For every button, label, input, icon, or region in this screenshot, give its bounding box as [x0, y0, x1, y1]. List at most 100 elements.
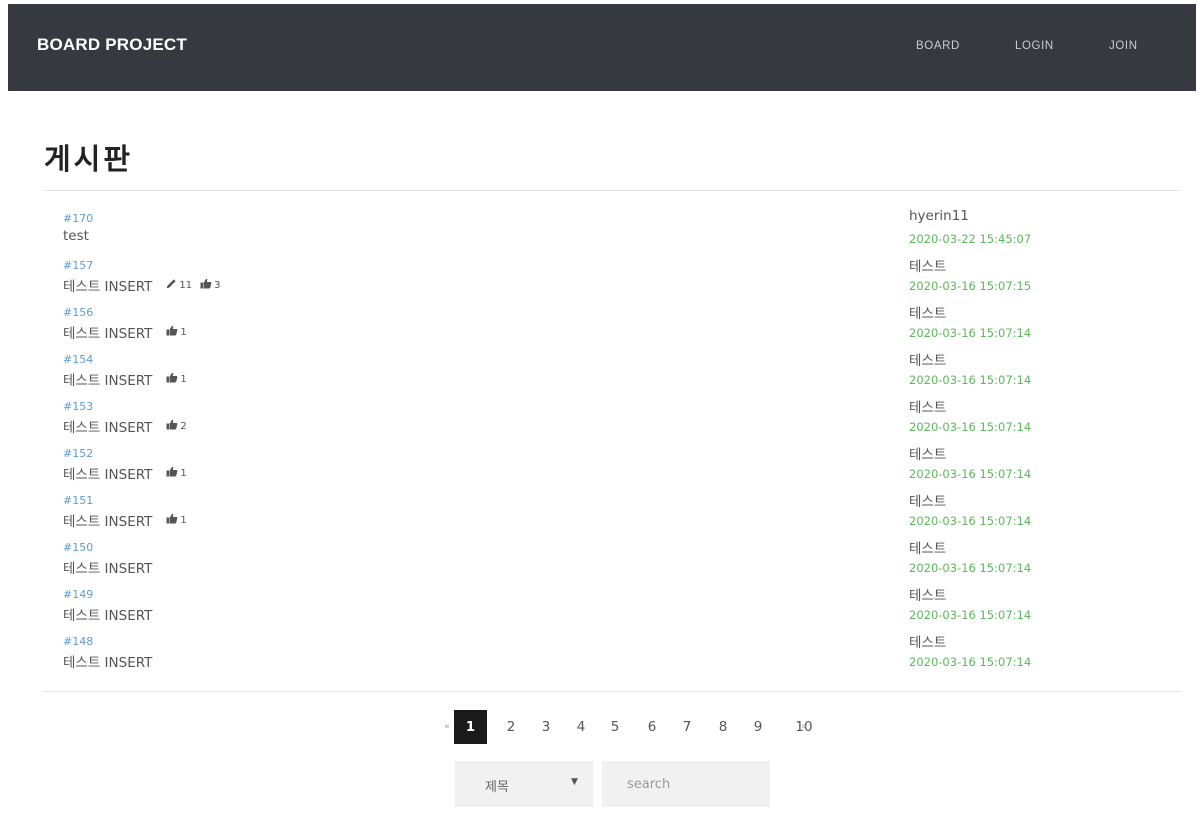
thumbs-up-icon: [166, 466, 180, 480]
post-title-link[interactable]: 테스트 INSERT 11 3: [63, 275, 220, 295]
like-count-value: 1: [180, 467, 187, 479]
thumbs-up-icon: [166, 325, 180, 339]
post-title: 테스트 INSERT: [63, 373, 153, 389]
post-number[interactable]: #150: [63, 541, 93, 554]
thumbs-up-icon: [166, 372, 180, 386]
post-date: 2020-03-22 15:45:07: [909, 232, 1032, 246]
post-row: #152 테스트 INSERT 1 테스트 2020-03-16 15:07:14: [0, 447, 1203, 494]
pagination: «1 2 3 4 5 6 7 8 9 10»: [0, 710, 1203, 744]
post-number[interactable]: #151: [63, 494, 93, 507]
like-count-value: 1: [180, 326, 187, 338]
post-author: 테스트: [909, 494, 947, 510]
post-title: 테스트 INSERT: [63, 467, 153, 483]
post-date: 2020-03-16 15:07:14: [909, 467, 1032, 481]
like-count-value: 1: [180, 514, 187, 526]
post-date: 2020-03-16 15:07:14: [909, 373, 1032, 387]
page-link[interactable]: 2: [498, 710, 524, 744]
comment-count: 11: [166, 278, 192, 292]
post-row: #150 테스트 INSERT 테스트 2020-03-16 15:07:14: [0, 541, 1203, 588]
post-date: 2020-03-16 15:07:14: [909, 608, 1032, 622]
page-link[interactable]: 4: [568, 710, 594, 744]
post-title: 테스트 INSERT: [63, 514, 153, 530]
like-count: 1: [166, 325, 187, 339]
like-count: 2: [166, 419, 187, 433]
post-date: 2020-03-16 15:07:14: [909, 655, 1032, 669]
pagination-prev[interactable]: «: [440, 710, 454, 744]
caret-down-icon: ▼: [571, 777, 578, 787]
select-selected-value: 제목: [485, 780, 509, 795]
post-number[interactable]: #154: [63, 353, 93, 366]
post-row: #149 테스트 INSERT 테스트 2020-03-16 15:07:14: [0, 588, 1203, 635]
post-number[interactable]: #153: [63, 400, 93, 413]
like-count: 3: [200, 278, 220, 292]
post-title-link[interactable]: 테스트 INSERT: [63, 557, 152, 577]
post-date: 2020-03-16 15:07:15: [909, 279, 1032, 293]
page-link[interactable]: 3: [533, 710, 559, 744]
post-row: #153 테스트 INSERT 2 테스트 2020-03-16 15:07:14: [0, 400, 1203, 447]
post-author: 테스트: [909, 635, 947, 651]
post-number[interactable]: #148: [63, 635, 93, 648]
pagination-next[interactable]: »: [797, 710, 811, 744]
post-row: #170 test hyerin11 2020-03-22 15:45:07: [0, 208, 1203, 259]
page-link[interactable]: 8: [710, 710, 736, 744]
post-title-link[interactable]: test: [63, 228, 89, 244]
post-title-link[interactable]: 테스트 INSERT: [63, 604, 152, 624]
post-title-link[interactable]: 테스트 INSERT 2: [63, 416, 187, 436]
comment-count-value: 11: [179, 279, 193, 291]
page-title: 게시판: [44, 142, 134, 176]
post-author: hyerin11: [909, 208, 969, 224]
post-title-link[interactable]: 테스트 INSERT 1: [63, 369, 187, 389]
post-number[interactable]: #157: [63, 259, 93, 272]
top-navbar: BOARD PROJECT BOARD LOGIN JOIN: [8, 4, 1196, 91]
post-row: #157 테스트 INSERT 11 3 테스트 2020-03-16 15:07:15: [0, 259, 1203, 306]
post-author: 테스트: [909, 588, 947, 604]
post-author: 테스트: [909, 541, 947, 557]
post-title: 테스트 INSERT: [63, 326, 153, 342]
like-count-value: 2: [180, 420, 187, 432]
post-title: 테스트 INSERT: [63, 608, 153, 624]
post-author: 테스트: [909, 400, 947, 416]
page-link[interactable]: 5: [602, 710, 628, 744]
post-row: #151 테스트 INSERT 1 테스트 2020-03-16 15:07:14: [0, 494, 1203, 541]
post-date: 2020-03-16 15:07:14: [909, 514, 1032, 528]
pencil-icon: [166, 278, 179, 292]
post-number[interactable]: #156: [63, 306, 93, 319]
post-title: test: [63, 228, 89, 244]
page-link[interactable]: 7: [674, 710, 700, 744]
search-input[interactable]: [602, 761, 770, 807]
like-count-value: 1: [180, 373, 187, 385]
post-number[interactable]: #170: [63, 212, 93, 225]
like-count: 1: [166, 466, 187, 480]
thumbs-up-icon: [166, 419, 180, 433]
post-title-link[interactable]: 테스트 INSERT 1: [63, 322, 187, 342]
post-title: 테스트 INSERT: [63, 279, 153, 295]
post-number[interactable]: #149: [63, 588, 93, 601]
page-link[interactable]: 6: [639, 710, 665, 744]
like-count-value: 3: [214, 279, 221, 291]
nav-link-board[interactable]: BOARD: [916, 40, 960, 52]
post-title-link[interactable]: 테스트 INSERT: [63, 651, 152, 671]
post-row: #154 테스트 INSERT 1 테스트 2020-03-16 15:07:14: [0, 353, 1203, 400]
post-row: #148 테스트 INSERT 테스트 2020-03-16 15:07:14: [0, 635, 1203, 682]
post-number[interactable]: #152: [63, 447, 93, 460]
post-row: #156 테스트 INSERT 1 테스트 2020-03-16 15:07:14: [0, 306, 1203, 353]
like-count: 1: [166, 372, 187, 386]
search-field-select[interactable]: 제목 ▼: [455, 761, 593, 807]
brand-logo[interactable]: BOARD PROJECT: [37, 35, 187, 55]
post-title: 테스트 INSERT: [63, 655, 153, 671]
like-count: 1: [166, 513, 187, 527]
page-link[interactable]: 9: [745, 710, 771, 744]
post-date: 2020-03-16 15:07:14: [909, 420, 1032, 434]
nav-link-join[interactable]: JOIN: [1109, 40, 1138, 52]
post-author: 테스트: [909, 353, 947, 369]
page-link[interactable]: 1: [454, 710, 487, 744]
post-author: 테스트: [909, 306, 947, 322]
post-author: 테스트: [909, 259, 947, 275]
post-date: 2020-03-16 15:07:14: [909, 561, 1032, 575]
nav-link-login[interactable]: LOGIN: [1015, 40, 1054, 52]
bottom-divider: [43, 691, 1181, 692]
post-date: 2020-03-16 15:07:14: [909, 326, 1032, 340]
post-title-link[interactable]: 테스트 INSERT 1: [63, 510, 187, 530]
post-title-link[interactable]: 테스트 INSERT 1: [63, 463, 187, 483]
thumbs-up-icon: [166, 513, 180, 527]
